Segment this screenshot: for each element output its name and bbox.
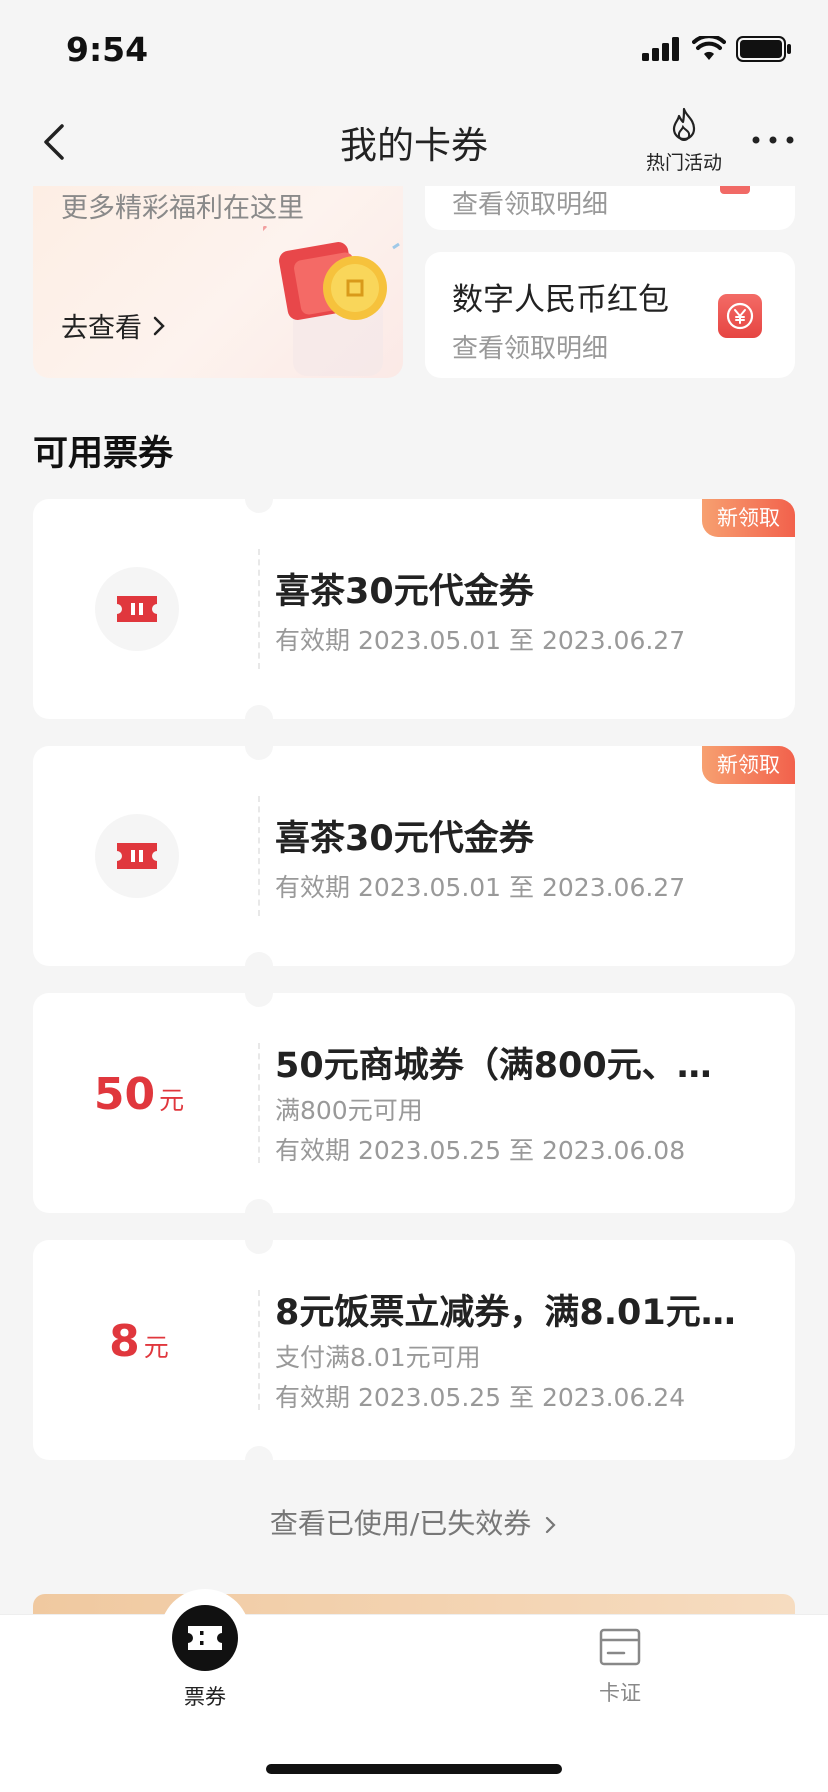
coupon-validity: 有效期 2023.05.01 至 2023.06.27 bbox=[275, 873, 686, 902]
back-arrow-icon[interactable] bbox=[30, 116, 82, 168]
coupon-notch bbox=[245, 979, 273, 1007]
yuan-icon bbox=[718, 294, 762, 338]
flame-icon bbox=[672, 107, 696, 141]
tab-tickets[interactable]: 票券 bbox=[150, 1605, 260, 1715]
coupon-title: 50元商城券（满800元、… bbox=[275, 1046, 712, 1086]
tab-cards-label: 卡证 bbox=[599, 1681, 641, 1705]
status-bar: 9:54 bbox=[0, 0, 828, 98]
side-card-top-subtitle: 查看领取明细 bbox=[452, 190, 609, 220]
coupon-divider bbox=[258, 1290, 260, 1410]
coupon-notch bbox=[245, 485, 273, 513]
coupon-validity: 有效期 2023.05.25 至 2023.06.24 bbox=[275, 1383, 686, 1412]
coupon-amount-value: 50 bbox=[93, 1069, 156, 1120]
promo-card[interactable]: 更多精彩福利在这里 去查看 bbox=[33, 186, 403, 378]
promo-link-label: 去查看 bbox=[61, 313, 142, 344]
tab-tickets-label: 票券 bbox=[184, 1685, 226, 1709]
red-envelope-coin-illustration bbox=[263, 226, 400, 376]
nav-bar: 我的卡券 热门活动 bbox=[0, 98, 828, 186]
coupon-notch bbox=[245, 1199, 273, 1227]
coupon-divider bbox=[258, 1043, 260, 1163]
coupon-card[interactable]: 8元 8元饭票立减券，满8.01元… 支付满8.01元可用 有效期 2023.0… bbox=[33, 1226, 795, 1474]
battery-icon bbox=[736, 36, 791, 62]
digital-rmb-card[interactable]: 数字人民币红包 查看领取明细 bbox=[425, 252, 795, 378]
coupon-title: 喜茶30元代金券 bbox=[275, 819, 534, 859]
coupon-notch bbox=[245, 952, 273, 980]
coupon-validity: 有效期 2023.05.01 至 2023.06.27 bbox=[275, 626, 686, 655]
coupon-amount-value: 8 bbox=[109, 1316, 140, 1367]
ticket-icon bbox=[95, 567, 179, 651]
chevron-right-icon bbox=[153, 316, 165, 335]
coupon-validity: 有效期 2023.05.25 至 2023.06.08 bbox=[275, 1136, 686, 1165]
side-card-top[interactable]: 查看领取明细 bbox=[425, 186, 795, 230]
new-badge: 新领取 bbox=[702, 499, 795, 537]
view-used-coupons-link[interactable]: 查看已使用/已失效券 bbox=[0, 1502, 828, 1542]
promo-subtitle: 更多精彩福利在这里 bbox=[61, 193, 304, 224]
coupon-divider bbox=[258, 796, 260, 916]
coupon-condition: 满800元可用 bbox=[275, 1096, 423, 1125]
section-title: 可用票券 bbox=[33, 434, 174, 474]
coupon-notch bbox=[245, 1226, 273, 1254]
hot-activity-button[interactable]: 热门活动 bbox=[624, 106, 744, 178]
coupon-notch bbox=[245, 732, 273, 760]
status-time: 9:54 bbox=[66, 29, 149, 69]
new-badge: 新领取 bbox=[702, 746, 795, 784]
coupon-card[interactable]: 喜茶30元代金券 有效期 2023.05.01 至 2023.06.27 新领取 bbox=[33, 732, 795, 980]
page-title: 我的卡券 bbox=[340, 124, 488, 167]
coupon-divider bbox=[258, 549, 260, 669]
coupon-card[interactable]: 喜茶30元代金券 有效期 2023.05.01 至 2023.06.27 新领取 bbox=[33, 485, 795, 733]
coupon-amount: 8元 bbox=[33, 1316, 245, 1367]
ticket-tab-icon bbox=[172, 1605, 238, 1671]
digital-rmb-title: 数字人民币红包 bbox=[452, 282, 669, 318]
coupon-amount-unit: 元 bbox=[159, 1086, 185, 1115]
view-used-label: 查看已使用/已失效券 bbox=[269, 1507, 532, 1540]
bottom-banner[interactable] bbox=[33, 1594, 795, 1616]
coupon-condition: 支付满8.01元可用 bbox=[275, 1343, 481, 1372]
signal-icon bbox=[642, 37, 679, 61]
wifi-icon bbox=[692, 36, 726, 60]
coupon-notch bbox=[245, 705, 273, 733]
coupon-card[interactable]: 50 元 50元商城券（满800元、… 满800元可用 有效期 2023.05.2… bbox=[33, 979, 795, 1227]
coupon-title: 8元饭票立减券，满8.01元… bbox=[275, 1293, 736, 1333]
coupon-amount-unit: 元 bbox=[143, 1333, 169, 1362]
digital-rmb-subtitle: 查看领取明细 bbox=[452, 334, 609, 364]
status-icons bbox=[642, 36, 792, 62]
promo-link[interactable]: 去查看 bbox=[61, 306, 166, 345]
card-icon bbox=[599, 1628, 641, 1666]
red-tag-icon bbox=[720, 186, 750, 194]
hot-activity-label: 热门活动 bbox=[645, 152, 722, 174]
coupon-notch bbox=[245, 1446, 273, 1474]
home-indicator bbox=[266, 1764, 562, 1774]
more-icon[interactable] bbox=[746, 120, 800, 160]
coupon-amount: 50 元 bbox=[33, 1069, 245, 1120]
chevron-right-icon bbox=[546, 1516, 556, 1534]
tab-cards[interactable]: 卡证 bbox=[570, 1627, 670, 1717]
coupon-title: 喜茶30元代金券 bbox=[275, 572, 534, 612]
ticket-icon bbox=[95, 814, 179, 898]
